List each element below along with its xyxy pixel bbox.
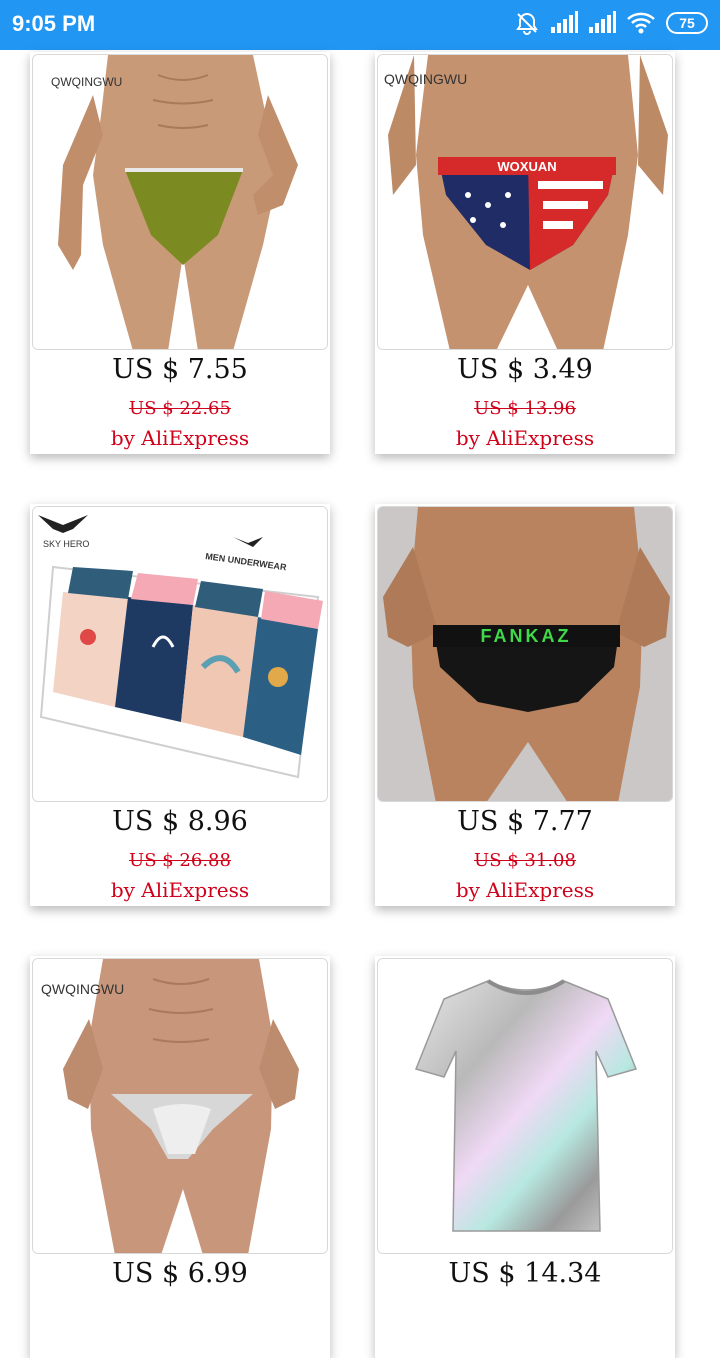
product-grid: QWQINGWU US $ 7.55 US $ 22.65 by AliExpr…	[0, 50, 720, 1358]
product-card[interactable]: QWQINGWU US $ 7.55 US $ 22.65 by AliExpr…	[30, 52, 330, 454]
boxer-gift-box-image: SKY HERO MEN UNDERWEAR	[33, 507, 327, 801]
holographic-tshirt-image	[378, 959, 672, 1253]
status-icons: 75	[514, 10, 708, 36]
signal-icon	[550, 11, 578, 35]
silver-thong-model-image	[33, 959, 327, 1253]
product-card[interactable]: QWQINGWU US $ 6.99	[30, 956, 330, 1358]
product-card[interactable]: QWQINGWU WOXUAN US $ 3.49 US $ 13.96 by …	[375, 52, 675, 454]
product-seller[interactable]: by AliExpress	[30, 426, 330, 450]
brand-label: SKY HERO	[43, 539, 89, 549]
product-image[interactable]: FANKAZ	[377, 506, 673, 802]
product-seller[interactable]: by AliExpress	[375, 426, 675, 450]
product-seller[interactable]: by AliExpress	[375, 878, 675, 902]
brand-label: QWQINGWU	[51, 75, 123, 89]
wifi-icon	[626, 11, 656, 35]
status-bar: 9:05 PM 75	[0, 0, 720, 50]
product-image[interactable]	[377, 958, 673, 1254]
brand-label: QWQINGWU	[41, 981, 125, 997]
waistband-text: WOXUAN	[497, 159, 556, 174]
product-old-price: US $ 26.88	[129, 850, 231, 871]
product-price: US $ 3.49	[457, 354, 593, 385]
product-card[interactable]: SKY HERO MEN UNDERWEAR US $ 8.96 US $ 26…	[30, 504, 330, 906]
product-image[interactable]: QWQINGWU	[32, 54, 328, 350]
product-price: US $ 7.55	[112, 354, 248, 385]
black-brief-model-image: FANKAZ	[378, 507, 672, 801]
product-price: US $ 7.77	[457, 806, 593, 837]
product-card[interactable]: FANKAZ US $ 7.77 US $ 31.08 by AliExpres…	[375, 504, 675, 906]
stars-stripes-brief-model-image: WOXUAN	[378, 55, 672, 349]
product-price: US $ 6.99	[112, 1258, 248, 1289]
battery-icon: 75	[666, 12, 708, 34]
product-price: US $ 8.96	[112, 806, 248, 837]
signal-icon	[588, 11, 616, 35]
waistband-text: FANKAZ	[481, 626, 572, 646]
product-old-price: US $ 13.96	[474, 398, 576, 419]
product-card[interactable]: US $ 14.34	[375, 956, 675, 1358]
olive-brief-model-image	[33, 55, 327, 349]
product-image[interactable]: SKY HERO MEN UNDERWEAR	[32, 506, 328, 802]
product-old-price: US $ 31.08	[474, 850, 576, 871]
product-image[interactable]: QWQINGWU	[32, 958, 328, 1254]
product-price: US $ 14.34	[448, 1258, 602, 1289]
brand-label: QWQINGWU	[384, 71, 468, 87]
product-old-price: US $ 22.65	[129, 398, 231, 419]
product-seller[interactable]: by AliExpress	[30, 878, 330, 902]
status-time: 9:05 PM	[12, 11, 96, 36]
product-image[interactable]: QWQINGWU WOXUAN	[377, 54, 673, 350]
alarm-off-icon	[514, 10, 540, 36]
